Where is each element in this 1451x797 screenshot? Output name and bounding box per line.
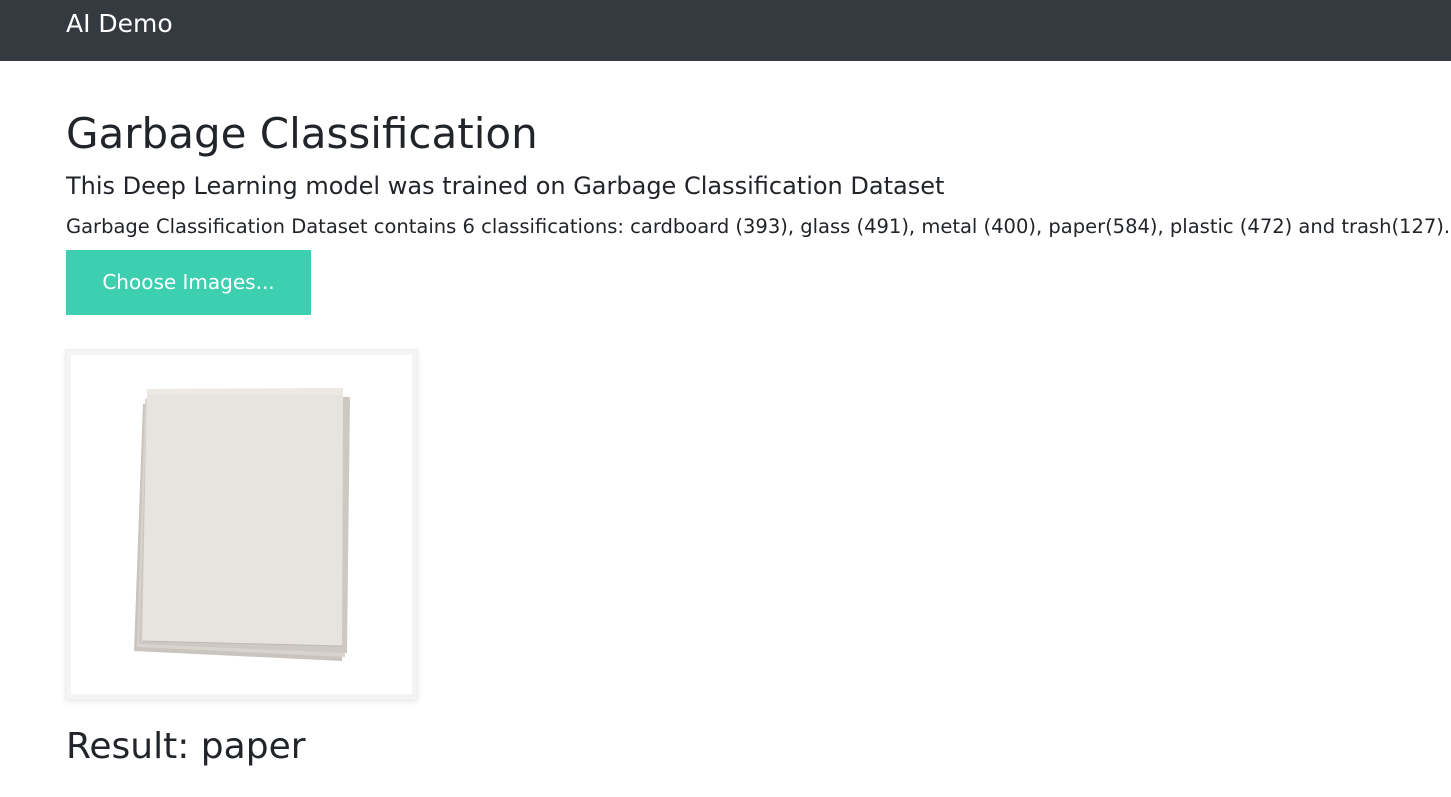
paper-stack-image — [71, 355, 412, 694]
paper-sheet-top — [142, 388, 343, 646]
image-preview-card — [66, 350, 417, 699]
brand-link[interactable]: AI Demo — [66, 9, 173, 39]
classification-result: Result: paper — [66, 726, 306, 767]
model-subtitle: This Deep Learning model was trained on … — [66, 172, 945, 200]
choose-images-button[interactable]: Choose Images... — [66, 250, 311, 315]
page-title: Garbage Classification — [66, 109, 538, 158]
top-navbar: AI Demo — [0, 0, 1451, 61]
dataset-description: Garbage Classification Dataset contains … — [66, 215, 1451, 238]
